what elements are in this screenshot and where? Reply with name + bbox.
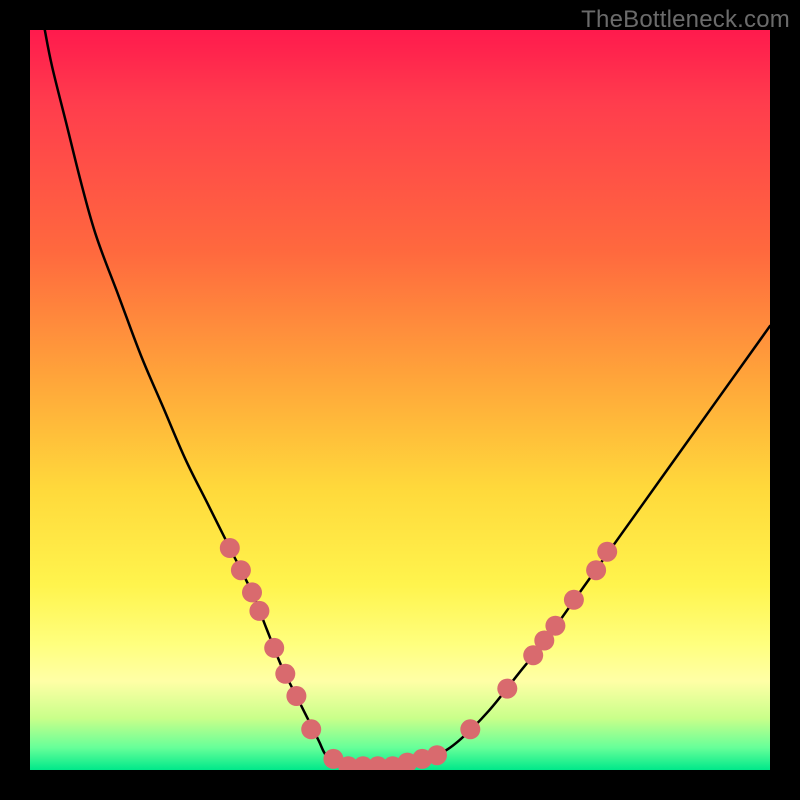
- data-point-marker: [275, 664, 295, 684]
- data-point-marker: [597, 542, 617, 562]
- data-point-marker: [231, 560, 251, 580]
- chart-overlay: [30, 30, 770, 770]
- data-point-marker: [564, 590, 584, 610]
- data-point-marker: [242, 582, 262, 602]
- data-point-marker: [497, 679, 517, 699]
- bottleneck-curve: [45, 30, 770, 767]
- data-point-marker: [545, 616, 565, 636]
- data-point-marker: [586, 560, 606, 580]
- plot-area: [30, 30, 770, 770]
- attribution-watermark: TheBottleneck.com: [581, 6, 790, 34]
- data-point-marker: [460, 719, 480, 739]
- chart-frame: TheBottleneck.com: [0, 0, 800, 800]
- data-point-marker: [427, 745, 447, 765]
- data-point-marker: [249, 601, 269, 621]
- data-point-marker: [264, 638, 284, 658]
- data-point-marker: [220, 538, 240, 558]
- data-point-marker: [301, 719, 321, 739]
- data-point-marker: [286, 686, 306, 706]
